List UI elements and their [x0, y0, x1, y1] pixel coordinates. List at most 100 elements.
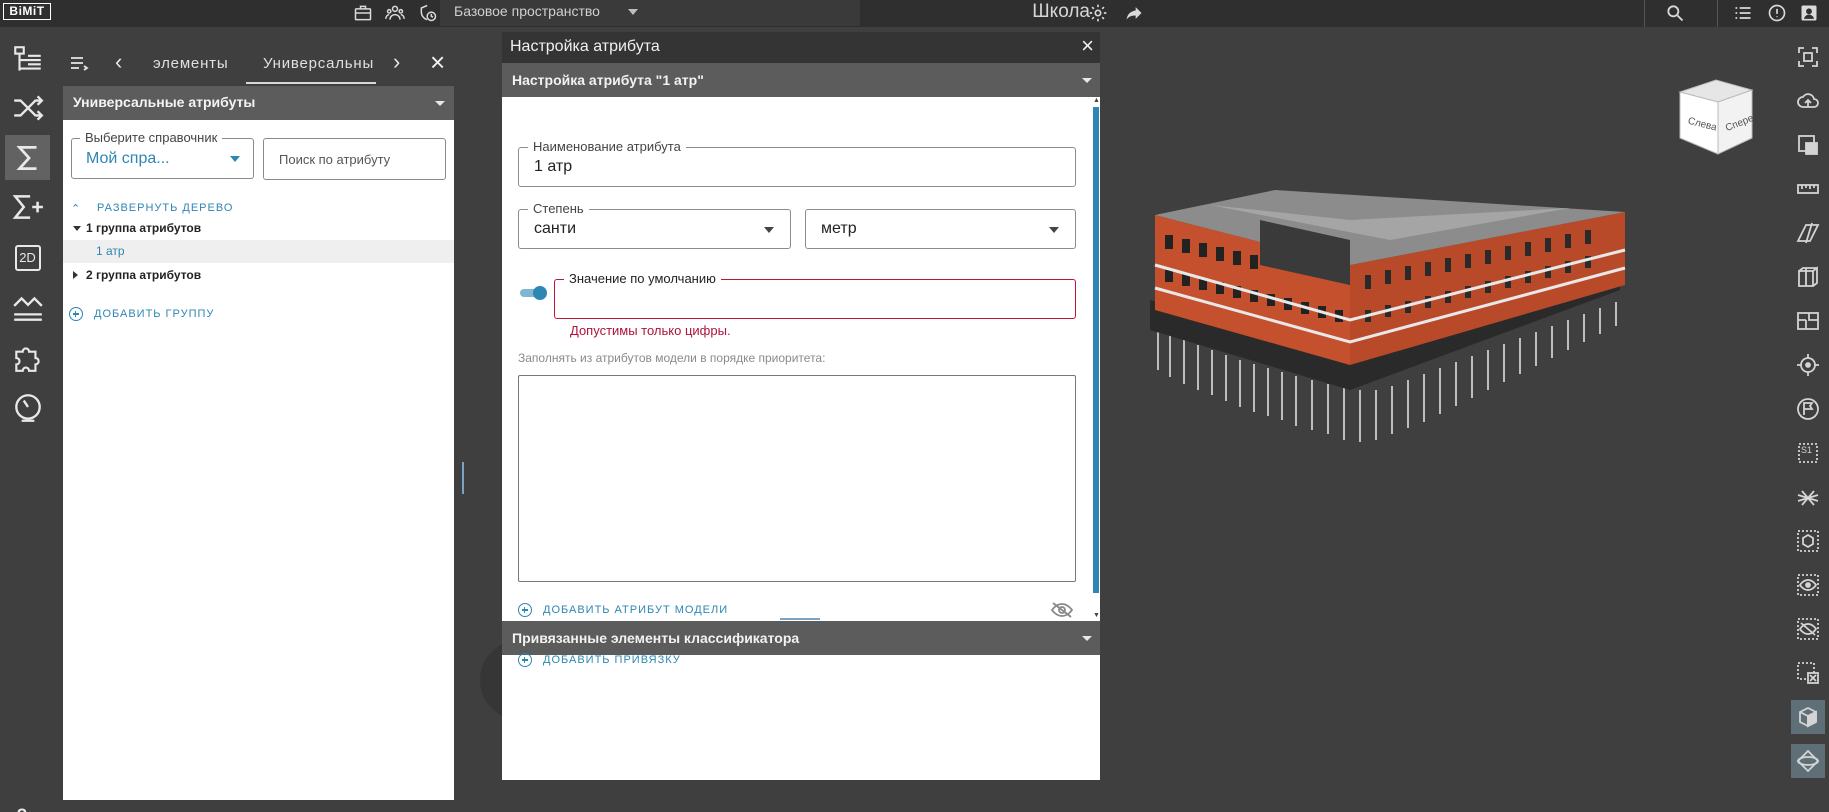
top-bar: BiMiT Базовое пространство Школа — [0, 0, 1829, 27]
tab-next-icon[interactable]: › — [393, 51, 400, 73]
app-logo: BiMiT — [3, 3, 51, 20]
close-panel-icon[interactable]: × — [430, 49, 445, 75]
degree-label: Степень — [528, 201, 589, 216]
view-tools-rail: S1 — [1788, 37, 1829, 812]
section-title: Привязанные элементы классификатора — [512, 630, 800, 646]
reference-select[interactable]: Выберите справочник Мой спра... — [71, 130, 254, 179]
cloud-upload-icon[interactable] — [1791, 84, 1825, 118]
briefcase-icon[interactable] — [351, 2, 375, 24]
svg-text:S1: S1 — [1801, 445, 1812, 455]
attribute-settings-dialog: Настройка атрибута × Настройка атрибута … — [502, 32, 1100, 780]
add-circle-icon — [518, 653, 532, 667]
close-dialog-icon[interactable]: × — [1081, 35, 1094, 57]
chevron-down-icon — [435, 101, 445, 106]
universal-attributes-header[interactable]: Универсальные атрибуты — [63, 86, 454, 120]
left-panel-header: ‹ элементы Универсальны › × — [63, 44, 454, 84]
panel-resize-handle[interactable] — [462, 462, 464, 494]
add-model-attribute-button[interactable]: ДОБАВИТЬ АТРИБУТ МОДЕЛИ — [518, 603, 728, 617]
eye-off-icon[interactable] — [1791, 612, 1825, 646]
classifier-links-section-header[interactable]: Привязанные элементы классификатора — [502, 621, 1100, 655]
grid-axes-icon[interactable] — [1791, 480, 1825, 514]
tree-item-label: 2 группа атрибутов — [86, 268, 202, 282]
plan-2d-icon[interactable]: 2D — [5, 235, 50, 280]
tree-attribute-item[interactable]: 1 атр — [63, 240, 454, 263]
section-resize-handle[interactable] — [780, 618, 820, 620]
tree-group-item[interactable]: 1 группа атрибутов — [63, 217, 454, 240]
sigma-icon[interactable] — [5, 135, 50, 180]
reference-select-label: Выберите справочник — [80, 130, 223, 145]
expand-tree-label: РАЗВЕРНУТЬ ДЕРЕВО — [97, 202, 234, 214]
attribute-settings-section-header[interactable]: Настройка атрибута "1 атр" — [502, 63, 1100, 97]
chevron-down-icon — [1049, 227, 1059, 233]
crosshair-icon[interactable] — [1791, 348, 1825, 382]
scroll-up-icon[interactable]: ▲ — [1093, 97, 1100, 104]
tab-universal[interactable]: Универсальны — [263, 55, 385, 72]
chart-line-icon[interactable] — [5, 285, 50, 330]
attribute-name-field[interactable]: Наименование атрибута 1 атр — [518, 139, 1076, 187]
gear-icon[interactable] — [1086, 2, 1110, 24]
users-icon[interactable] — [383, 2, 407, 24]
building-model[interactable] — [1150, 190, 1630, 460]
space-select[interactable]: Базовое пространство — [440, 0, 860, 26]
flag-icon[interactable] — [1791, 392, 1825, 426]
validation-error: Допустимы только цифры. — [570, 323, 731, 338]
unit-value: метр — [821, 220, 857, 237]
shuffle-icon[interactable] — [5, 85, 50, 130]
list-icon[interactable] — [1731, 2, 1755, 24]
reference-select-value: Мой спра... — [86, 150, 170, 167]
tree-structure-icon[interactable] — [5, 37, 50, 82]
account-icon[interactable] — [1797, 2, 1821, 24]
unit-select[interactable]: метр — [805, 209, 1076, 249]
gauge-icon[interactable] — [5, 385, 50, 430]
search-icon[interactable] — [1663, 2, 1687, 24]
clear-selection-icon[interactable] — [1791, 656, 1825, 690]
dialog-scrollbar[interactable]: ▲ ▼ — [1092, 97, 1100, 619]
share-icon[interactable] — [1122, 2, 1146, 24]
add-model-attribute-label: ДОБАВИТЬ АТРИБУТ МОДЕЛИ — [543, 604, 729, 616]
scroll-down-icon[interactable]: ▼ — [1093, 612, 1100, 619]
model-attributes-list[interactable] — [518, 375, 1076, 582]
dialog-title-bar: Настройка атрибута × — [502, 32, 1100, 63]
left-panel: Универсальные атрибуты Выберите справочн… — [63, 86, 454, 800]
collapse-menu-icon[interactable] — [69, 53, 89, 73]
notification-bell-icon[interactable] — [1765, 2, 1789, 24]
section-box-icon[interactable] — [1791, 260, 1825, 294]
chevron-down-icon — [1082, 636, 1092, 641]
isolate-cube-icon[interactable] — [1791, 524, 1825, 558]
focus-frame-icon[interactable] — [1791, 40, 1825, 74]
default-value-field[interactable]: Значение по умолчанию — [554, 271, 1076, 319]
attribute-search-input[interactable] — [263, 138, 446, 180]
dialog-title: Настройка атрибута — [510, 38, 660, 55]
fill-priority-hint: Заполнять из атрибутов модели в порядке … — [518, 351, 826, 365]
ruler-icon[interactable] — [1791, 172, 1825, 206]
space-select-value: Базовое пространство — [454, 3, 600, 19]
tab-prev-icon[interactable]: ‹ — [115, 51, 122, 73]
select-box-icon[interactable] — [1791, 128, 1825, 162]
degree-value: санти — [534, 220, 576, 237]
expand-tree-button[interactable]: ⌃ РАЗВЕРНУТЬ ДЕРЕВО — [71, 198, 233, 218]
section-plane-icon[interactable] — [1791, 216, 1825, 250]
label-markup-icon[interactable]: S1 — [1791, 436, 1825, 470]
chevron-down-icon — [1082, 78, 1092, 83]
add-link-button[interactable]: ДОБАВИТЬ ПРИВЯЗКУ — [518, 653, 681, 667]
collapsed-arrow-icon[interactable] — [73, 271, 78, 279]
degree-select[interactable]: Степень санти — [518, 201, 791, 249]
tab-elements[interactable]: элементы — [153, 55, 253, 72]
sigma-plus-icon[interactable] — [5, 184, 50, 229]
help-button[interactable]: ? — [10, 803, 34, 812]
navigation-cube[interactable]: Слева Спере — [1676, 76, 1758, 158]
hide-eye-off-icon[interactable] — [1050, 601, 1074, 619]
puzzle-icon[interactable] — [5, 335, 50, 380]
orbit-icon[interactable] — [1791, 744, 1825, 778]
add-group-button[interactable]: ДОБАВИТЬ ГРУППУ — [69, 305, 214, 323]
shield-clock-icon[interactable] — [416, 2, 440, 24]
floor-plan-icon[interactable] — [1791, 304, 1825, 338]
scroll-thumb[interactable] — [1093, 107, 1099, 593]
toggle-knob — [533, 286, 547, 300]
tree-group-item[interactable]: 2 группа атрибутов — [63, 264, 454, 287]
expanded-arrow-icon[interactable] — [73, 226, 81, 231]
attribute-name-value: 1 атр — [534, 158, 573, 175]
solid-view-icon[interactable] — [1791, 700, 1825, 734]
default-value-toggle[interactable] — [520, 286, 547, 300]
eye-icon[interactable] — [1791, 568, 1825, 602]
